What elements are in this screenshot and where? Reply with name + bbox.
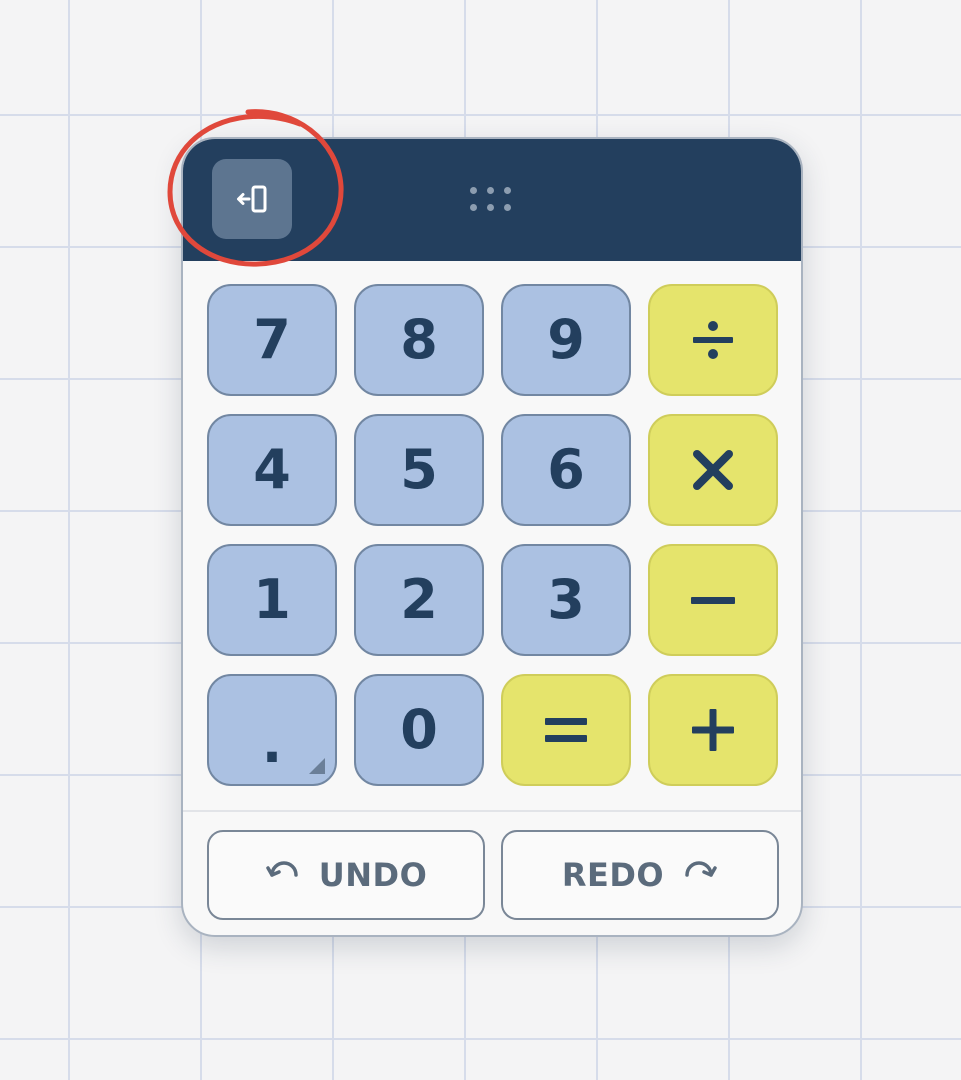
key-0[interactable]: 0 [354,674,484,786]
key-plus[interactable] [648,674,778,786]
key-2[interactable]: 2 [354,544,484,656]
key-minus[interactable] [648,544,778,656]
calculator-panel: 7 8 9 4 5 6 1 2 3 . 0 UNDO REDO [181,137,803,937]
divide-icon [693,321,733,359]
redo-button[interactable]: REDO [501,830,779,920]
undo-button[interactable]: UNDO [207,830,485,920]
key-9[interactable]: 9 [501,284,631,396]
drag-handle-icon[interactable] [470,187,516,215]
redo-label: REDO [561,856,665,894]
corner-menu-icon [309,758,325,774]
undo-label: UNDO [318,856,428,894]
calculator-header [183,139,801,261]
multiply-icon [693,450,733,490]
key-1[interactable]: 1 [207,544,337,656]
redo-icon [685,861,717,877]
key-4[interactable]: 4 [207,414,337,526]
key-3[interactable]: 3 [501,544,631,656]
key-7[interactable]: 7 [207,284,337,396]
equals-icon [545,718,587,742]
key-6[interactable]: 6 [501,414,631,526]
minus-icon [691,597,735,604]
key-8[interactable]: 8 [354,284,484,396]
exit-panel-button[interactable] [212,159,292,239]
key-multiply[interactable] [648,414,778,526]
divider [183,810,801,812]
undo-icon [265,861,298,877]
key-divide[interactable] [648,284,778,396]
plus-icon [692,709,734,751]
key-5[interactable]: 5 [354,414,484,526]
key-equals[interactable] [501,674,631,786]
key-decimal[interactable]: . [207,674,337,786]
exit-panel-icon [237,185,267,213]
